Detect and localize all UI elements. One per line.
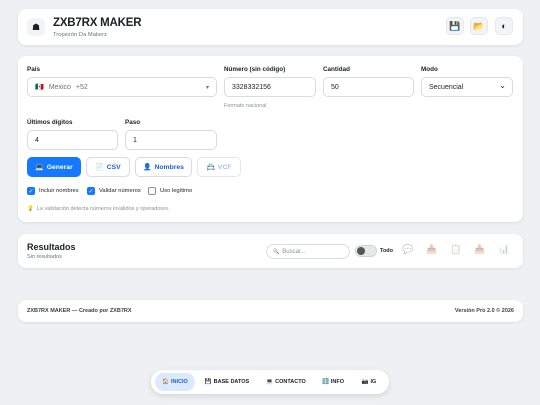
validate-numbers-checkbox[interactable]: ✓ Validar números bbox=[87, 187, 141, 195]
validation-note: 💡 La validación detecta números inválido… bbox=[27, 206, 170, 212]
nav-info-label: INFO bbox=[330, 379, 344, 385]
mode-select[interactable]: Secuencial ⌄ bbox=[421, 77, 513, 97]
generate-button[interactable]: 💻 Generar bbox=[27, 157, 81, 177]
nav-ig[interactable]: 📷 IG bbox=[356, 373, 382, 391]
toggle-knob bbox=[357, 247, 365, 255]
camera-icon: 📷 bbox=[361, 379, 369, 385]
folder-icon: 📂 bbox=[473, 20, 485, 31]
number-input[interactable]: 3328332156 bbox=[224, 77, 316, 97]
footer-version: Versión Pro 2.0 © 2026 bbox=[454, 308, 514, 314]
laptop-icon: 💻 bbox=[266, 379, 274, 385]
generate-label: Generar bbox=[46, 163, 73, 171]
footer-credit: ZXB7RX MAKER — Creado por ZXB7RX bbox=[27, 308, 132, 314]
nav-inicio-label: INICIO bbox=[171, 379, 188, 385]
save-icon: 💾 bbox=[449, 20, 461, 31]
footer: ZXB7RX MAKER — Creado por ZXB7RX Versión… bbox=[18, 300, 523, 322]
download-alt-icon[interactable]: 📥 bbox=[474, 244, 485, 255]
csv-label: CSV bbox=[106, 163, 121, 171]
search-icon: 🔍 bbox=[273, 248, 280, 255]
names-label: Nombres bbox=[154, 163, 184, 171]
nav-base-datos[interactable]: 💾 BASE DATOS bbox=[201, 373, 253, 391]
validate-numbers-label: Validar números bbox=[99, 188, 141, 194]
search-input[interactable]: 🔍 Buscar... bbox=[266, 244, 350, 259]
quantity-label: Cantidad bbox=[323, 66, 350, 73]
last-digits-input[interactable]: 4 bbox=[27, 130, 118, 150]
mode-value: Secuencial bbox=[429, 83, 464, 91]
info-icon: ℹ️ bbox=[322, 379, 329, 385]
country-name: Mexico bbox=[48, 83, 71, 91]
nav-info[interactable]: ℹ️ INFO bbox=[318, 373, 348, 391]
checkmark-icon: ✓ bbox=[87, 187, 95, 195]
copy-icon[interactable]: 📋 bbox=[450, 244, 461, 255]
country-label: País bbox=[27, 66, 40, 73]
floppy-icon: 💾 bbox=[204, 379, 212, 385]
show-all-toggle[interactable] bbox=[355, 245, 377, 257]
nav-ig-label: IG bbox=[370, 379, 377, 385]
number-label: Número (sin código) bbox=[224, 66, 286, 73]
generator-form: País 🇲🇽 Mexico +52 ▾ Número (sin código)… bbox=[18, 56, 523, 222]
contrast-icon: ◐ bbox=[501, 21, 507, 31]
app-subtitle: Tropezón Da Makerz bbox=[53, 32, 107, 38]
results-subtitle: Sin resultados bbox=[27, 254, 62, 260]
nav-base-datos-label: BASE DATOS bbox=[213, 379, 250, 385]
nav-contacto[interactable]: 💻 CONTACTO bbox=[261, 373, 311, 391]
last-digits-label: Últimos dígitos bbox=[27, 119, 73, 126]
step-label: Paso bbox=[125, 119, 141, 126]
include-names-checkbox[interactable]: ✓ Incluir nombres bbox=[27, 187, 79, 195]
checkbox-empty-icon bbox=[148, 187, 156, 195]
contact-card-icon: 📇 bbox=[206, 164, 215, 171]
bottom-nav: 🏠 INICIO 💾 BASE DATOS 💻 CONTACTO ℹ️ INFO… bbox=[151, 370, 389, 394]
vcf-button[interactable]: 📇 VCF bbox=[197, 157, 241, 177]
stats-icon[interactable]: 📊 bbox=[498, 244, 509, 255]
laptop-icon: 💻 bbox=[35, 164, 44, 171]
legit-use-checkbox[interactable]: Uso legítimo bbox=[148, 187, 192, 195]
mode-label: Modo bbox=[421, 66, 438, 73]
app-header: ☗ ZXB7RX MAKER Tropezón Da Makerz 💾 📂 ◐ bbox=[18, 9, 523, 45]
names-button[interactable]: 👤 Nombres bbox=[135, 157, 192, 177]
number-helper: Formato nacional bbox=[224, 103, 267, 109]
nav-inicio[interactable]: 🏠 INICIO bbox=[155, 373, 195, 391]
app-title: ZXB7RX MAKER bbox=[53, 17, 142, 29]
chevron-down-icon: ⌄ bbox=[499, 81, 506, 90]
document-icon: 📄 bbox=[95, 164, 104, 171]
country-code: +52 bbox=[75, 83, 88, 91]
vcf-label: VCF bbox=[217, 163, 232, 171]
results-panel: Resultados Sin resultados 🔍 Buscar... To… bbox=[18, 234, 523, 268]
validation-note-text: La validación detecta números inválidos … bbox=[36, 206, 170, 212]
quantity-input[interactable]: 50 bbox=[323, 77, 414, 97]
chevron-down-icon: ▾ bbox=[205, 84, 209, 91]
download-icon[interactable]: 📥 bbox=[426, 244, 437, 255]
open-folder-button[interactable]: 📂 bbox=[470, 17, 488, 35]
theme-toggle-button[interactable]: ◐ bbox=[495, 17, 513, 35]
step-input[interactable]: 1 bbox=[125, 130, 217, 150]
country-select[interactable]: 🇲🇽 Mexico +52 ▾ bbox=[27, 77, 217, 97]
show-all-label: Todo bbox=[380, 248, 394, 254]
include-names-label: Incluir nombres bbox=[39, 188, 79, 194]
save-button[interactable]: 💾 bbox=[446, 17, 464, 35]
logo-icon: ☗ bbox=[27, 18, 45, 36]
nav-contacto-label: CONTACTO bbox=[275, 379, 306, 385]
legit-use-label: Uso legítimo bbox=[160, 188, 193, 194]
home-icon: 🏠 bbox=[162, 379, 170, 385]
lightbulb-icon: 💡 bbox=[27, 206, 34, 212]
mexico-flag-icon: 🇲🇽 bbox=[35, 84, 44, 91]
checkmark-icon: ✓ bbox=[27, 187, 35, 195]
search-placeholder: Buscar... bbox=[282, 248, 306, 255]
whatsapp-icon[interactable]: 💬 bbox=[402, 244, 413, 255]
user-icon: 👤 bbox=[143, 164, 152, 171]
results-title: Resultados bbox=[27, 242, 76, 252]
csv-button[interactable]: 📄 CSV bbox=[86, 157, 130, 177]
